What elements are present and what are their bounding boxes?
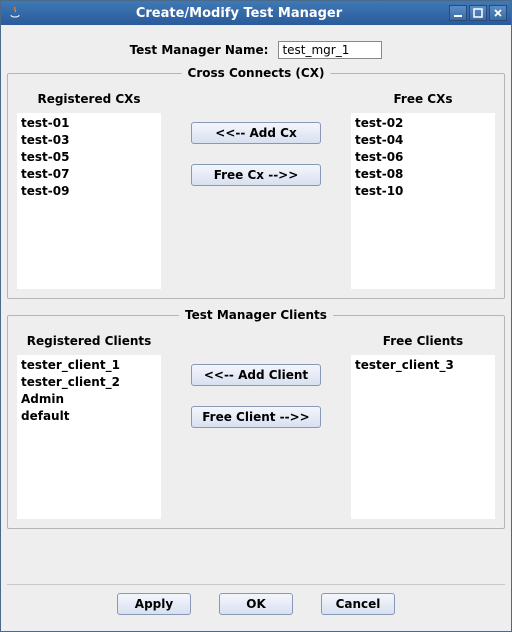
list-item[interactable]: test-04 [351,132,495,149]
cx-free-col: Free CXs test-02test-04test-06test-08tes… [350,92,496,290]
free-cx-button[interactable]: Free Cx -->> [191,164,321,186]
free-client-button[interactable]: Free Client -->> [191,406,321,428]
cancel-button[interactable]: Cancel [321,593,395,615]
clients-registered-header: Registered Clients [16,334,162,348]
cx-registered-col: Registered CXs test-01test-03test-05test… [16,92,162,290]
list-item[interactable]: test-07 [17,166,161,183]
window-controls [449,5,507,21]
clients-free-header: Free Clients [350,334,496,348]
list-item[interactable]: test-05 [17,149,161,166]
list-item[interactable]: test-01 [17,115,161,132]
clients-columns: Registered Clients tester_client_1tester… [16,334,496,520]
close-button[interactable] [489,5,507,21]
close-icon [493,8,503,18]
minimize-button[interactable] [449,5,467,21]
clients-registered-col: Registered Clients tester_client_1tester… [16,334,162,520]
list-item[interactable]: Admin [17,391,161,408]
footer: Apply OK Cancel [7,584,505,625]
cx-free-header: Free CXs [350,92,496,106]
list-item[interactable]: test-06 [351,149,495,166]
clients-registered-list[interactable]: tester_client_1tester_client_2Admindefau… [16,354,162,520]
list-item[interactable]: default [17,408,161,425]
window-frame: Create/Modify Test Manager Test Manager … [0,0,512,632]
name-row: Test Manager Name: [7,41,505,59]
java-icon [7,5,23,21]
clients-middle-col: <<-- Add Client Free Client -->> [172,334,340,520]
name-input[interactable] [278,41,382,59]
list-item[interactable]: tester_client_2 [17,374,161,391]
cx-free-list[interactable]: test-02test-04test-06test-08test-10 [350,112,496,290]
list-item[interactable]: test-09 [17,183,161,200]
cross-connects-group: Cross Connects (CX) Registered CXs test-… [7,73,505,299]
list-item[interactable]: test-03 [17,132,161,149]
clients-legend: Test Manager Clients [179,308,333,322]
window-title: Create/Modify Test Manager [29,6,449,21]
maximize-icon [473,8,483,18]
list-item[interactable]: test-10 [351,183,495,200]
list-item[interactable]: tester_client_1 [17,357,161,374]
list-item[interactable]: test-08 [351,166,495,183]
maximize-button[interactable] [469,5,487,21]
name-label: Test Manager Name: [130,43,269,57]
list-item[interactable]: tester_client_3 [351,357,495,374]
clients-free-col: Free Clients tester_client_3 [350,334,496,520]
minimize-icon [453,8,463,18]
apply-button[interactable]: Apply [117,593,191,615]
titlebar: Create/Modify Test Manager [1,1,511,25]
list-item[interactable]: test-02 [351,115,495,132]
add-client-button[interactable]: <<-- Add Client [191,364,321,386]
cross-connects-legend: Cross Connects (CX) [182,66,331,80]
cx-registered-list[interactable]: test-01test-03test-05test-07test-09 [16,112,162,290]
clients-group: Test Manager Clients Registered Clients … [7,315,505,529]
cx-registered-header: Registered CXs [16,92,162,106]
add-cx-button[interactable]: <<-- Add Cx [191,122,321,144]
cx-columns: Registered CXs test-01test-03test-05test… [16,92,496,290]
cx-middle-col: <<-- Add Cx Free Cx -->> [172,92,340,290]
content-area: Test Manager Name: Cross Connects (CX) R… [1,25,511,631]
ok-button[interactable]: OK [219,593,293,615]
clients-free-list[interactable]: tester_client_3 [350,354,496,520]
